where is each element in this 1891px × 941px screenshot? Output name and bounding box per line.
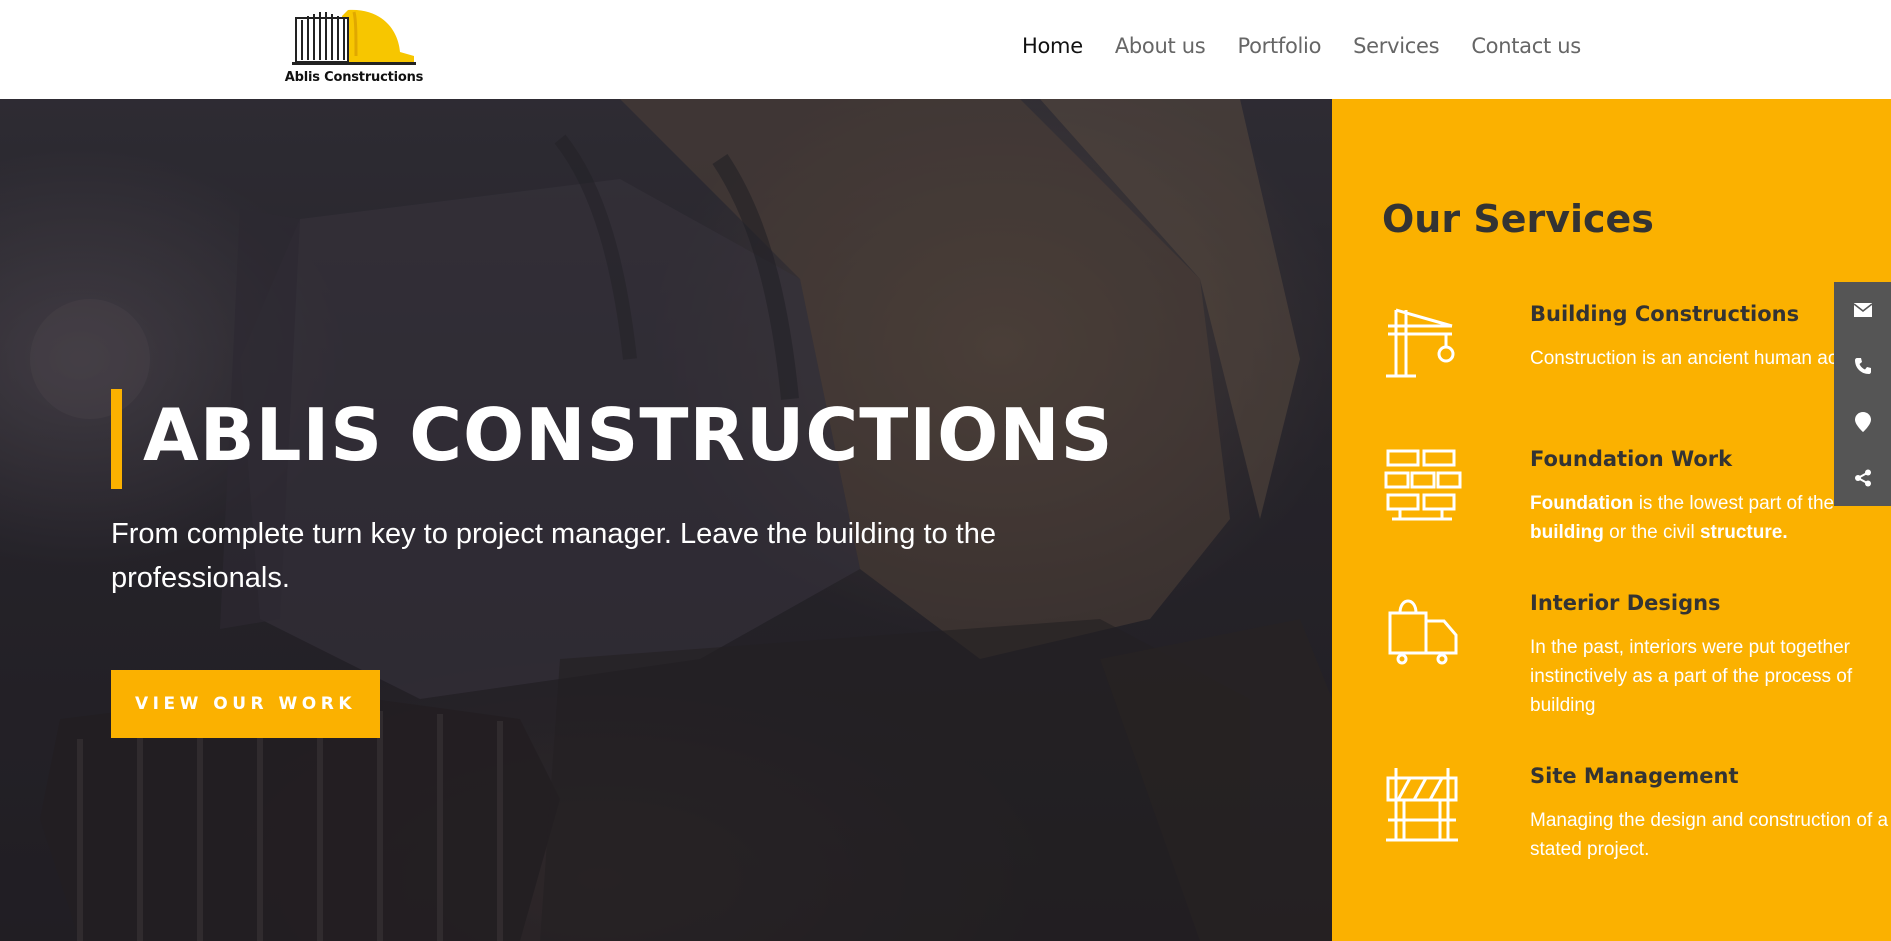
floating-contact-widget — [1834, 282, 1891, 506]
brand-logo[interactable]: Ablis Constructions — [284, 4, 424, 90]
envelope-icon — [1853, 303, 1872, 317]
service-title: Interior Designs — [1530, 591, 1721, 615]
service-title: Site Management — [1530, 764, 1739, 788]
view-our-work-button[interactable]: VIEW OUR WORK — [111, 670, 380, 738]
crane-icon — [1386, 308, 1455, 378]
service-desc-bold: building — [1530, 522, 1604, 543]
phone-button[interactable] — [1834, 338, 1891, 394]
nav-item-contact-us[interactable]: Contact us — [1471, 34, 1581, 58]
interior-bag-icon — [1388, 599, 1458, 665]
bricks-icon — [1384, 449, 1462, 521]
phone-icon — [1854, 358, 1871, 374]
services-heading: Our Services — [1382, 197, 1654, 241]
map-pin-icon — [1854, 412, 1871, 432]
email-button[interactable] — [1834, 282, 1891, 338]
nav-item-home[interactable]: Home — [1022, 34, 1083, 58]
hero-subtitle: From complete turn key to project manage… — [111, 518, 996, 594]
barrier-icon — [1386, 768, 1458, 842]
nav-item-portfolio[interactable]: Portfolio — [1237, 34, 1321, 58]
service-title: Building Constructions — [1530, 302, 1800, 326]
main-nav: Home About us Portfolio Services Contact… — [1022, 34, 1613, 58]
service-desc-text: is the lowest part of the — [1633, 493, 1835, 514]
site-header: Ablis Constructions Home About us Portfo… — [0, 0, 1891, 99]
nav-item-about-us[interactable]: About us — [1115, 34, 1206, 58]
service-desc-text: or the civil — [1603, 522, 1700, 543]
service-description: Managing the design and construction of … — [1530, 810, 1889, 860]
location-button[interactable] — [1834, 394, 1891, 450]
service-desc-bold: Foundation — [1530, 493, 1634, 514]
share-button[interactable] — [1834, 450, 1891, 506]
service-description: In the past, interiors were put together… — [1530, 637, 1853, 716]
hero-title: ABLIS CONSTRUCTIONS — [143, 393, 1114, 477]
building-hardhat-logo-icon — [292, 9, 416, 65]
share-icon — [1854, 469, 1871, 487]
service-desc-bold: structure. — [1699, 522, 1788, 543]
nav-item-services[interactable]: Services — [1353, 34, 1439, 58]
services-panel: Our Services Building Constructions Cons… — [1332, 99, 1891, 941]
title-accent-bar — [111, 389, 122, 489]
hero-section: ABLIS CONSTRUCTIONS From complete turn k… — [0, 99, 1332, 941]
brand-name: Ablis Constructions — [284, 70, 424, 85]
service-title: Foundation Work — [1530, 447, 1733, 471]
